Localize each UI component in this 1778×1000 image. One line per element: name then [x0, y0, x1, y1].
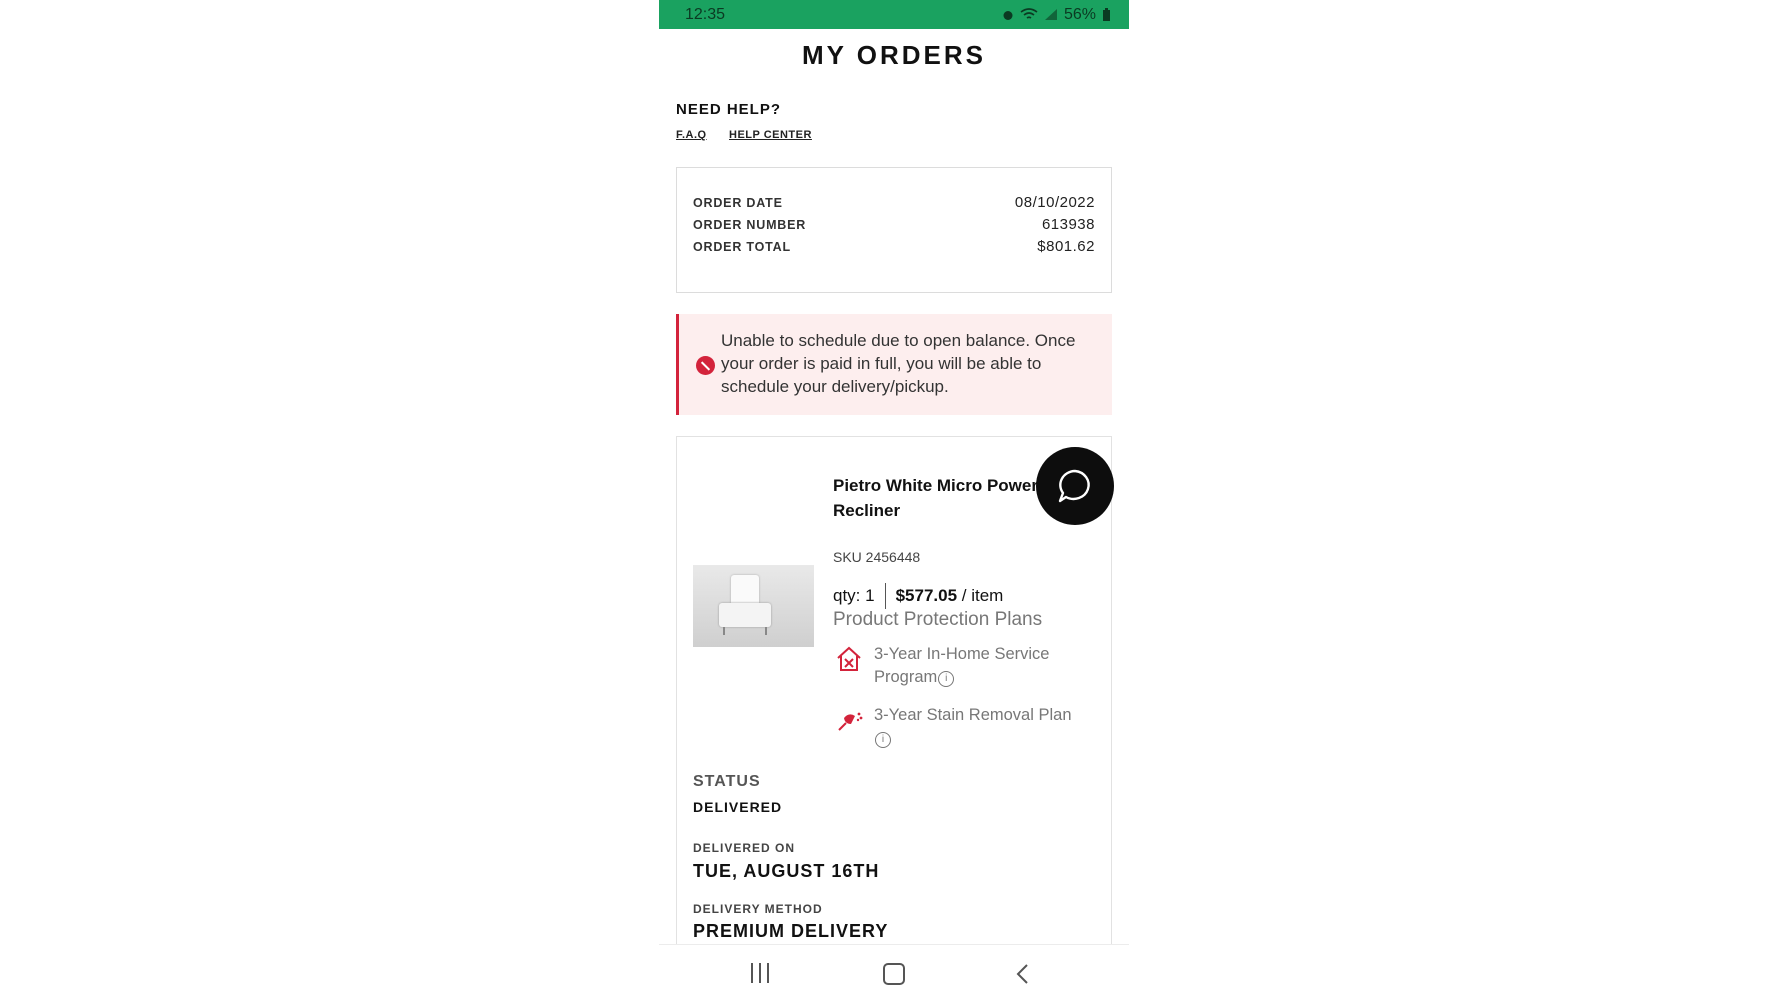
- battery-percent: 56%: [1063, 5, 1096, 23]
- signal-icon: [1044, 9, 1057, 20]
- info-icon[interactable]: i: [938, 671, 955, 687]
- status-time: 12:35: [685, 5, 726, 23]
- product-image[interactable]: [693, 565, 814, 647]
- alert-message: Unable to schedule due to open balance. …: [721, 331, 1076, 396]
- recents-button[interactable]: [751, 963, 769, 983]
- home-button[interactable]: [883, 963, 905, 985]
- order-date-value: 08/10/2022: [1014, 194, 1095, 211]
- wifi-icon: [1020, 8, 1038, 19]
- status-icons: 56%: [1002, 6, 1111, 24]
- alarm-icon: [1003, 10, 1013, 20]
- order-total-value: $801.62: [1037, 238, 1095, 255]
- chair-leg-shape: [765, 627, 767, 635]
- phone-screen: 12:35 56% MY ORDERS NEED HELP? F.A.Q HEL…: [659, 0, 1129, 1000]
- protection-plan-item: 3-Year In-Home Service Program i: [833, 643, 1074, 689]
- delivery-method-value: PREMIUM DELIVERY: [693, 921, 889, 941]
- order-number-label: ORDER NUMBER: [693, 217, 807, 232]
- product-qty: qty: 1: [833, 586, 875, 605]
- chat-button[interactable]: [1036, 447, 1114, 525]
- product-name[interactable]: Pietro White Micro Power Recliner: [833, 473, 1053, 523]
- status-bar: 12:35 56%: [659, 0, 1129, 29]
- chair-seat-shape: [719, 603, 771, 627]
- help-heading: NEED HELP?: [676, 101, 782, 118]
- order-number-row: ORDER NUMBER 613938: [693, 216, 1095, 233]
- qty-divider: [884, 583, 886, 609]
- status-label: STATUS: [693, 773, 761, 790]
- plan-label: 3-Year Stain Removal Plan: [874, 706, 1072, 724]
- order-total-label: ORDER TOTAL: [693, 239, 791, 254]
- battery-icon: [1103, 7, 1110, 21]
- back-button[interactable]: [1015, 963, 1029, 990]
- order-date-label: ORDER DATE: [693, 195, 783, 210]
- plan-label: 3-Year In-Home Service Program: [874, 645, 1050, 686]
- protection-plans-title: Product Protection Plans: [833, 609, 1043, 630]
- product-sku: SKU 2456448: [833, 549, 921, 565]
- delivery-method-label: DELIVERY METHOD: [693, 902, 823, 916]
- chair-leg-shape: [723, 627, 725, 635]
- order-number-value: 613938: [1041, 216, 1095, 233]
- delivered-on-label: DELIVERED ON: [693, 841, 796, 855]
- house-service-icon: [837, 646, 861, 671]
- product-card: Pietro White Micro Power Recliner SKU 24…: [676, 436, 1114, 1000]
- plan-text: 3-Year Stain Removal Plan i: [874, 704, 1074, 750]
- faq-link[interactable]: F.A.Q: [676, 129, 707, 141]
- recents-bar: [759, 963, 761, 983]
- android-nav-bar: [659, 944, 1129, 1000]
- plan-text: 3-Year In-Home Service Program i: [874, 643, 1074, 689]
- page-title: MY ORDERS: [802, 40, 986, 70]
- order-date-row: ORDER DATE 08/10/2022: [693, 194, 1095, 211]
- order-total-row: ORDER TOTAL $801.62: [693, 238, 1095, 255]
- info-icon[interactable]: i: [875, 732, 891, 748]
- quantity-price-line: qty: 1 $577.05 / item: [833, 583, 1003, 609]
- order-summary-card: ORDER DATE 08/10/2022 ORDER NUMBER 61393…: [676, 167, 1112, 293]
- stain-spray-icon: [838, 712, 863, 731]
- recents-bar: [751, 963, 753, 983]
- blocked-icon: [696, 356, 715, 375]
- status-value: DELIVERED: [693, 799, 783, 815]
- open-balance-alert: Unable to schedule due to open balance. …: [676, 314, 1112, 415]
- recents-bar: [767, 963, 769, 983]
- product-price: $577.05: [895, 586, 958, 605]
- protection-plan-item: 3-Year Stain Removal Plan i: [833, 704, 1074, 750]
- price-unit: / item: [957, 586, 1004, 605]
- back-chevron-icon: [1016, 964, 1028, 984]
- delivered-on-value: TUE, AUGUST 16TH: [693, 861, 880, 881]
- help-center-link[interactable]: HELP CENTER: [729, 129, 812, 141]
- chat-bubble-icon: [1058, 469, 1090, 503]
